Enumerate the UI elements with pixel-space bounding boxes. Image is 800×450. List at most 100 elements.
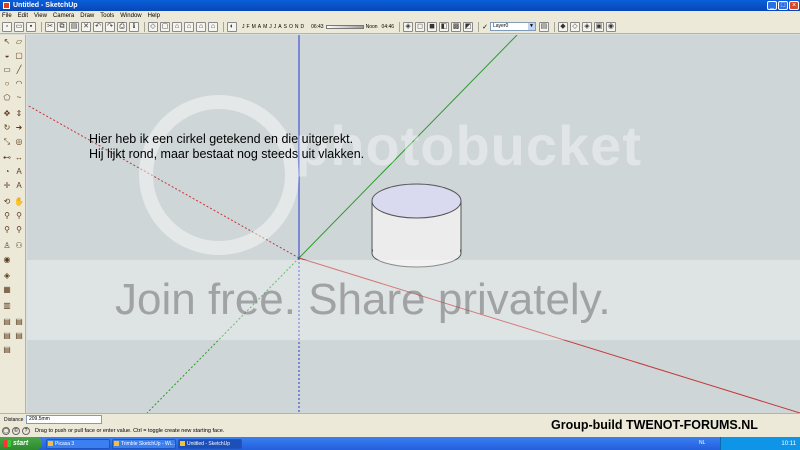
- back-view-icon[interactable]: ⌂: [196, 21, 206, 32]
- layer-dropdown[interactable]: Layer0 ▼: [489, 22, 536, 31]
- undo-icon[interactable]: ↶: [93, 21, 103, 32]
- menu-draw[interactable]: Draw: [80, 13, 94, 19]
- front-view-icon[interactable]: ⌂: [172, 21, 182, 32]
- clock[interactable]: 10:11: [781, 441, 796, 447]
- shaded-icon[interactable]: ◧: [439, 21, 450, 32]
- select-arrow-icon[interactable]: ↖: [2, 37, 12, 47]
- polygon-icon[interactable]: ⬠: [2, 93, 12, 103]
- paste-icon[interactable]: ▤: [69, 21, 79, 32]
- menu-camera[interactable]: Camera: [53, 13, 74, 19]
- copy-icon[interactable]: ⧉: [57, 21, 67, 32]
- extension-icon[interactable]: ▤: [2, 345, 12, 355]
- rotate-icon[interactable]: ↻: [2, 123, 12, 133]
- offset-icon[interactable]: ◎: [14, 137, 24, 147]
- arc-icon[interactable]: ◠: [14, 79, 24, 89]
- axes-icon[interactable]: ✛: [2, 181, 12, 191]
- photo-texture-icon[interactable]: ▤: [2, 317, 12, 327]
- zoom-extents-icon[interactable]: ⚲: [2, 225, 12, 235]
- top-view-icon[interactable]: ▢: [160, 21, 170, 32]
- rectangle-icon[interactable]: ▭: [2, 65, 12, 75]
- menu-view[interactable]: View: [34, 13, 47, 19]
- modeling-viewport[interactable]: photobucket Join free. Share privately. …: [27, 35, 800, 413]
- extension-icon[interactable]: ▤: [14, 331, 24, 341]
- menu-file[interactable]: File: [2, 13, 12, 19]
- menu-window[interactable]: Window: [120, 13, 141, 19]
- display-section-cuts-icon[interactable]: ◈: [581, 21, 592, 32]
- taskbar-item-sketchup[interactable]: Untitled - SketchUp: [178, 438, 242, 449]
- model-info-icon[interactable]: ℹ: [129, 21, 139, 32]
- tape-measure-icon[interactable]: ⊷: [2, 153, 12, 163]
- new-file-icon[interactable]: ▫: [2, 21, 12, 32]
- menu-edit[interactable]: Edit: [18, 13, 28, 19]
- google-earth-icon[interactable]: ▥: [2, 301, 12, 311]
- layer-visible-check[interactable]: ✓: [482, 23, 488, 31]
- right-view-icon[interactable]: ⌂: [184, 21, 194, 32]
- print-icon[interactable]: ⎙: [117, 21, 127, 32]
- toolbar-separator: [399, 21, 401, 32]
- section-plane-icon[interactable]: ◆: [557, 21, 568, 32]
- previous-view-icon[interactable]: ⚲: [14, 225, 24, 235]
- xray-icon[interactable]: ◈: [403, 21, 414, 32]
- zoom-icon[interactable]: ⚲: [2, 211, 12, 221]
- sandbox-icon[interactable]: ▦: [2, 285, 12, 295]
- menu-tools[interactable]: Tools: [100, 13, 114, 19]
- text-icon[interactable]: A: [14, 167, 24, 177]
- save-icon[interactable]: ▪: [26, 21, 36, 32]
- extension-icon[interactable]: ▤: [2, 331, 12, 341]
- geolocation-icon[interactable]: ◯: [2, 427, 10, 435]
- maximize-button[interactable]: □: [778, 1, 788, 10]
- minimize-button[interactable]: _: [767, 1, 777, 10]
- annotation-text: Hier heb ik een cirkel getekend en die u…: [89, 132, 364, 162]
- taskbar-item-picasa[interactable]: Picasa 3: [46, 438, 110, 449]
- display-section-planes-icon[interactable]: ◇: [569, 21, 580, 32]
- circle-icon[interactable]: ○: [2, 79, 12, 89]
- cylinder-top-face[interactable]: [371, 183, 462, 219]
- walk-icon[interactable]: ⚇: [14, 241, 24, 251]
- monochrome-icon[interactable]: ◩: [463, 21, 474, 32]
- move-icon[interactable]: ✥: [2, 109, 12, 119]
- hidden-line-icon[interactable]: ◼: [427, 21, 438, 32]
- follow-me-icon[interactable]: ➜: [14, 123, 24, 133]
- redo-icon[interactable]: ↷: [105, 21, 115, 32]
- section-plane-tool-icon[interactable]: ◈: [2, 271, 12, 281]
- warehouse-icon[interactable]: ▤: [14, 317, 24, 327]
- freehand-icon[interactable]: ~: [14, 93, 24, 103]
- protractor-icon[interactable]: ◔: [2, 167, 12, 177]
- position-camera-icon[interactable]: ♙: [2, 241, 12, 251]
- look-around-icon[interactable]: ◉: [2, 255, 12, 265]
- 3d-text-icon[interactable]: A: [14, 181, 24, 191]
- line-pencil-icon[interactable]: ╱: [14, 65, 24, 75]
- zoom-window-icon[interactable]: ⚲: [14, 211, 24, 221]
- language-indicator[interactable]: NL: [699, 440, 705, 446]
- windows-taskbar: start Picasa 3 Trimble SketchUp - Wi... …: [0, 437, 800, 450]
- cut-icon[interactable]: ✂: [45, 21, 55, 32]
- orbit-icon[interactable]: ⟲: [2, 197, 12, 207]
- get-models-icon[interactable]: ▣: [593, 21, 604, 32]
- share-model-icon[interactable]: ◉: [605, 21, 616, 32]
- start-button[interactable]: start: [0, 437, 42, 450]
- wireframe-icon[interactable]: ◻: [415, 21, 426, 32]
- paint-bucket-icon[interactable]: ◒: [2, 51, 12, 61]
- shaded-textures-icon[interactable]: ▩: [451, 21, 462, 32]
- shadows-icon[interactable]: ◐: [227, 21, 237, 32]
- menu-help[interactable]: Help: [148, 13, 160, 19]
- time-noon-label: Noon: [365, 23, 378, 30]
- dimension-icon[interactable]: ↔: [14, 153, 24, 163]
- iso-view-icon[interactable]: ◇: [148, 21, 158, 32]
- time-of-day-slider[interactable]: [325, 24, 364, 29]
- scale-icon[interactable]: ⤡: [2, 137, 12, 147]
- close-button[interactable]: ×: [789, 1, 799, 10]
- component-icon[interactable]: ▢: [14, 51, 24, 61]
- open-folder-icon[interactable]: ▭: [14, 21, 24, 32]
- pan-icon[interactable]: ✋: [14, 197, 24, 207]
- taskbar-item-trimble[interactable]: Trimble SketchUp - Wi...: [112, 438, 176, 449]
- erase-icon[interactable]: ✕: [81, 21, 91, 32]
- layer-manager-icon[interactable]: ▤: [538, 21, 549, 32]
- distance-input[interactable]: 209.5mm: [26, 415, 102, 424]
- left-view-icon[interactable]: ⌂: [208, 21, 218, 32]
- help-icon[interactable]: ?: [22, 427, 30, 435]
- credits-icon[interactable]: ©: [12, 427, 20, 435]
- push-pull-icon[interactable]: ⇕: [14, 109, 24, 119]
- eraser-icon[interactable]: ▱: [14, 37, 24, 47]
- shadow-month-scale[interactable]: J F M A M J J A S O N D: [242, 24, 306, 30]
